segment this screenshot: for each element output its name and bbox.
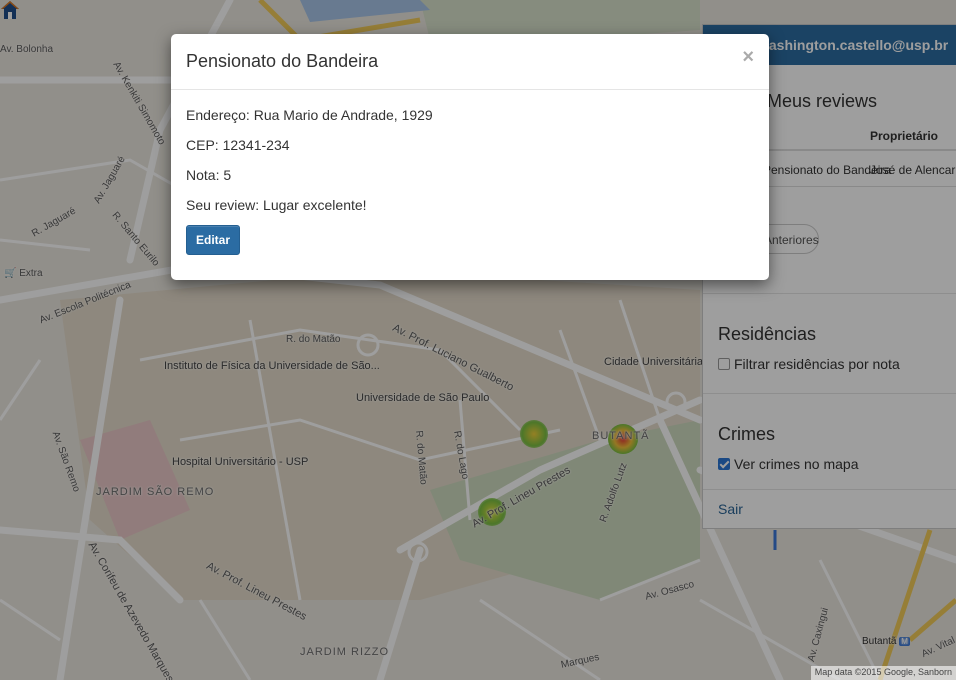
close-icon[interactable]: × [742, 47, 754, 67]
edit-button[interactable]: Editar [186, 225, 240, 255]
cep-text: CEP: 12341-234 [186, 137, 290, 153]
modal-title: Pensionato do Bandeira [186, 51, 379, 71]
map-attribution: Map data ©2015 Google, Sanborn [810, 666, 956, 680]
review-text: Seu review: Lugar excelente! [186, 197, 367, 213]
modal-header: Pensionato do Bandeira × [171, 34, 769, 90]
residence-modal: Pensionato do Bandeira × Endereço: Rua M… [171, 34, 769, 280]
rating-text: Nota: 5 [186, 167, 232, 183]
modal-body: Endereço: Rua Mario de Andrade, 1929 CEP… [186, 107, 433, 227]
address-text: Endereço: Rua Mario de Andrade, 1929 [186, 107, 433, 123]
